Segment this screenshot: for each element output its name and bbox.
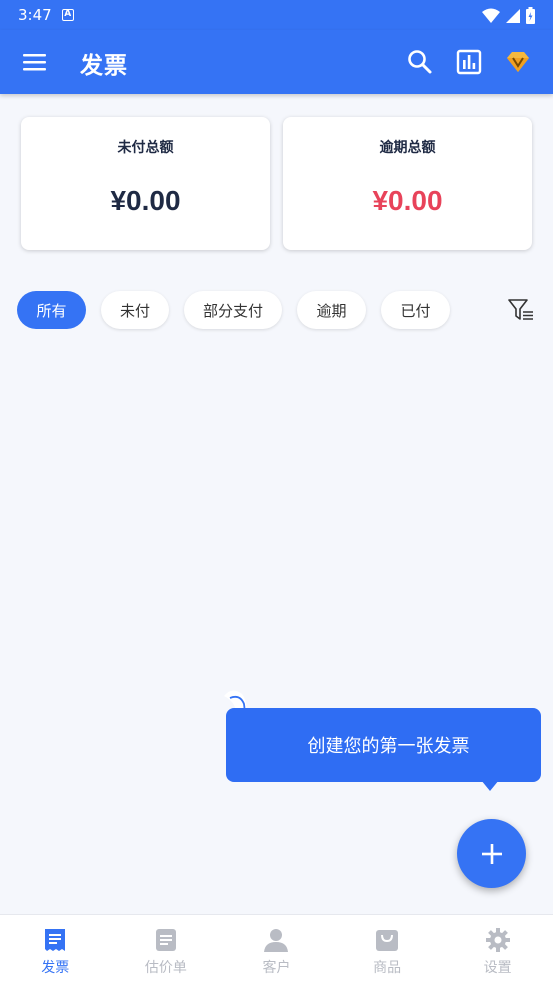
nav-item-invoices[interactable]: 发票 [0,915,111,984]
signal-icon [506,8,520,23]
nav-item-settings[interactable]: 设置 [442,915,553,984]
nav-item-customers[interactable]: 客户 [221,915,332,984]
wifi-icon [482,8,500,23]
onboarding-tooltip: 创建您的第一张发票 [226,708,541,782]
status-icons [482,7,535,24]
estimate-icon [155,929,176,951]
notification-badge: A [61,9,74,21]
filter-chip-overdue[interactable]: 逾期 [297,291,366,329]
overdue-total-amount: ¥0.00 [372,185,443,216]
menu-icon[interactable] [22,50,48,74]
overdue-total-label: 逾期总额 [379,140,436,156]
overdue-total-card[interactable]: 逾期总额 ¥0.00 [283,117,532,250]
invoice-icon [45,929,66,951]
nav-item-estimates[interactable]: 估价单 [111,915,222,984]
unpaid-total-card[interactable]: 未付总额 ¥0.00 [21,117,270,250]
tooltip-text: 创建您的第一张发票 [307,736,470,757]
page-title: 发票 [80,53,128,79]
premium-gem-icon[interactable] [504,48,532,76]
nav-label-settings: 设置 [483,960,512,976]
nav-label-estimates: 估价单 [144,960,187,976]
plus-icon [481,843,502,864]
product-icon [376,930,399,951]
status-bar: 3:47 A [0,0,553,30]
nav-label-products: 商品 [373,960,402,976]
chart-icon[interactable] [455,48,483,76]
settings-icon [485,928,510,952]
filter-chip-paid[interactable]: 已付 [381,291,450,329]
bottom-nav: 发票 估价单 客户 商品 设置 [0,914,553,984]
nav-item-products[interactable]: 商品 [332,915,443,984]
tooltip-tail [481,780,499,791]
status-time: 3:47 [18,6,52,24]
nav-label-invoices: 发票 [41,960,70,976]
filter-icon[interactable] [507,297,535,323]
unpaid-total-label: 未付总额 [117,140,174,156]
add-invoice-button[interactable] [457,819,526,888]
customer-icon [264,929,289,952]
filter-chip-partial[interactable]: 部分支付 [184,291,282,329]
unpaid-total-amount: ¥0.00 [110,185,181,216]
app-bar: 发票 [0,30,553,94]
nav-label-customers: 客户 [262,960,291,976]
filter-chip-all[interactable]: 所有 [17,291,86,329]
battery-icon [526,7,535,24]
search-icon[interactable] [406,48,434,76]
filter-chip-unpaid[interactable]: 未付 [101,291,169,329]
